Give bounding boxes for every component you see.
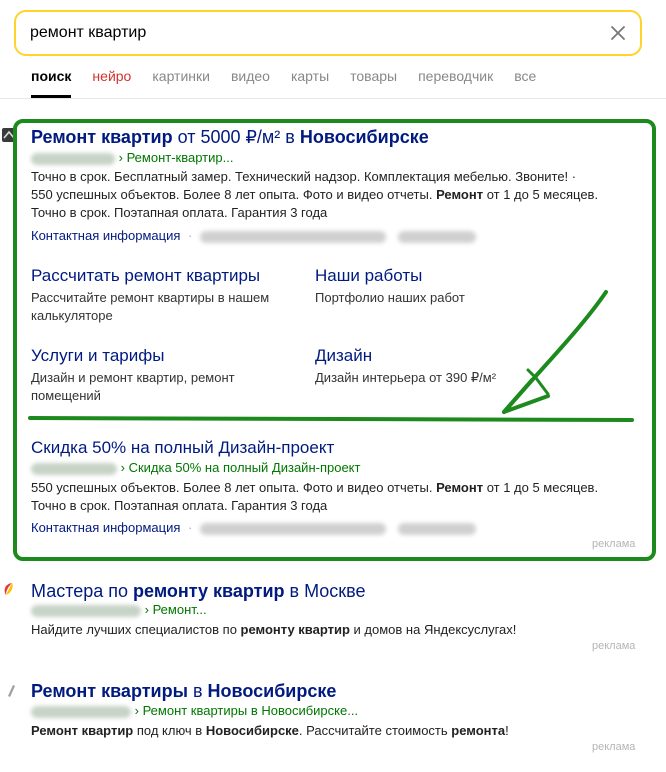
tab-images[interactable]: картинки [152,66,210,98]
ad-label: реклама [592,640,636,652]
ad2-description: Найдите лучших специалистов по ремонту к… [31,622,517,637]
tab-neuro[interactable]: нейро [92,66,131,98]
close-icon[interactable] [608,23,628,43]
ad2-title-part: Мастера по [31,581,134,601]
ad-label: реклама [592,741,636,753]
search-tabs: поиск нейро картинки видео карты товары … [31,66,557,98]
ad3-description: Ремонт квартир под ключ в Новосибирске. … [31,723,509,738]
search-bar[interactable] [14,10,642,56]
blurred-domain [31,604,141,617]
site-favicon-icon [8,685,15,697]
blurred-domain [31,705,131,718]
ad3-title[interactable]: Ремонт квартиры в Новосибирске [31,680,336,702]
ad3-url-path: › Ремонт квартиры в Новосибирске... [134,703,359,718]
annotation-highlight-box [13,119,656,561]
site-favicon-icon [4,583,13,595]
tab-translator[interactable]: переводчик [418,66,493,98]
ad3-title-part: Ремонт квартиры [31,681,188,701]
tab-maps[interactable]: карты [291,66,329,98]
ad2-title-part: ремонту квартир [133,581,285,601]
ad2-title-part: в Москве [284,581,366,601]
ad2-url-path: › Ремонт... [144,602,207,617]
tab-search[interactable]: поиск [31,66,72,98]
search-input[interactable] [30,12,590,54]
tab-video[interactable]: видео [231,66,270,98]
tabs-divider [0,98,666,99]
ad3-url[interactable]: › Ремонт квартиры в Новосибирске... [31,703,358,719]
ad3-title-part: Новосибирске [207,681,337,701]
ad2-title[interactable]: Мастера по ремонту квартир в Москве [31,580,366,602]
ad2-url[interactable]: › Ремонт... [31,602,207,618]
tab-all[interactable]: все [514,66,536,98]
tab-products[interactable]: товары [350,66,397,98]
ad3-title-part: в [187,681,208,701]
